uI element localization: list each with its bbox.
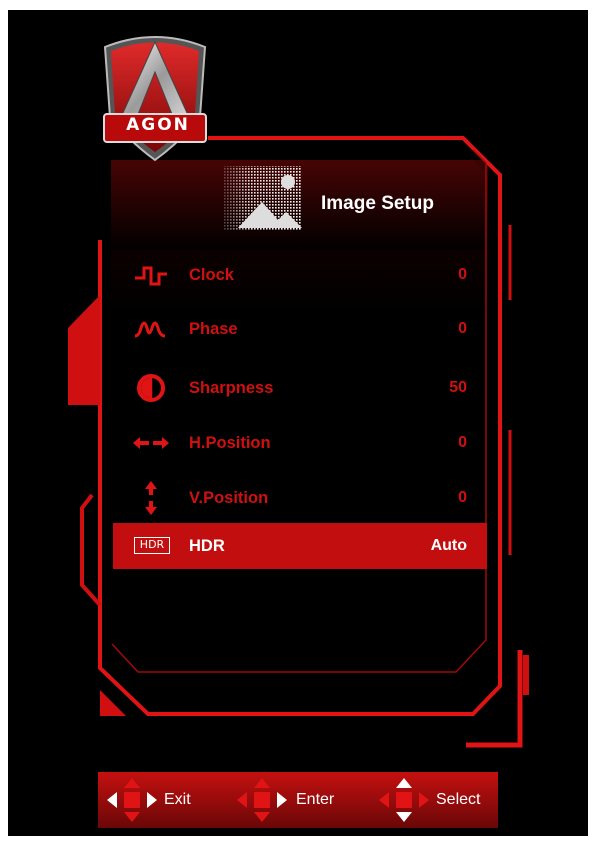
sharpness-circle-icon: [137, 374, 165, 402]
horizontal-arrows-icon: [133, 437, 169, 449]
menu-item-value: Auto: [430, 537, 467, 554]
menu-item-v-position[interactable]: V.Position 0: [113, 475, 487, 521]
hdr-icon: HDR: [134, 537, 170, 554]
menu-item-value: 50: [449, 379, 467, 396]
menu-item-label: V.Position: [189, 489, 269, 507]
page-title: Image Setup: [321, 193, 434, 214]
menu-item-h-position[interactable]: H.Position 0: [113, 420, 487, 466]
dpad-enter-icon: [237, 778, 287, 822]
menu-item-value: 0: [458, 434, 467, 451]
osd-screen: AGON Image Setup Clock 0 Phase 0 Sharpne…: [8, 10, 588, 836]
menu-item-label: Clock: [189, 266, 234, 284]
select-label: Select: [436, 791, 481, 808]
menu-item-label: Phase: [189, 320, 238, 338]
menu-item-sharpness[interactable]: Sharpness 50: [113, 365, 487, 411]
menu-item-value: 0: [458, 266, 467, 283]
exit-label: Exit: [164, 791, 191, 808]
menu-item-hdr[interactable]: HDR HDR Auto: [113, 523, 487, 569]
exit-hint[interactable]: Exit: [106, 772, 216, 828]
select-hint[interactable]: Select: [378, 772, 498, 828]
agon-logo: [103, 36, 207, 162]
image-setup-icon: [224, 166, 302, 230]
menu-item-value: 0: [458, 320, 467, 337]
menu-item-label: Sharpness: [189, 379, 274, 397]
menu-item-value: 0: [458, 489, 467, 506]
menu-item-label: HDR: [189, 537, 225, 555]
menu-item-clock[interactable]: Clock 0: [113, 252, 487, 298]
dpad-select-icon: [379, 778, 429, 822]
dpad-exit-icon: [107, 778, 157, 822]
osd-navigation-bar: Exit Enter Select: [98, 772, 498, 828]
logo-text: AGON: [126, 115, 190, 135]
vertical-arrows-icon: [145, 481, 157, 515]
clock-waveform-icon: [135, 266, 167, 286]
enter-label: Enter: [296, 791, 335, 808]
menu-item-label: H.Position: [189, 434, 271, 452]
menu-item-phase[interactable]: Phase 0: [113, 306, 487, 352]
enter-hint[interactable]: Enter: [236, 772, 356, 828]
phase-wave-icon: [134, 321, 166, 338]
